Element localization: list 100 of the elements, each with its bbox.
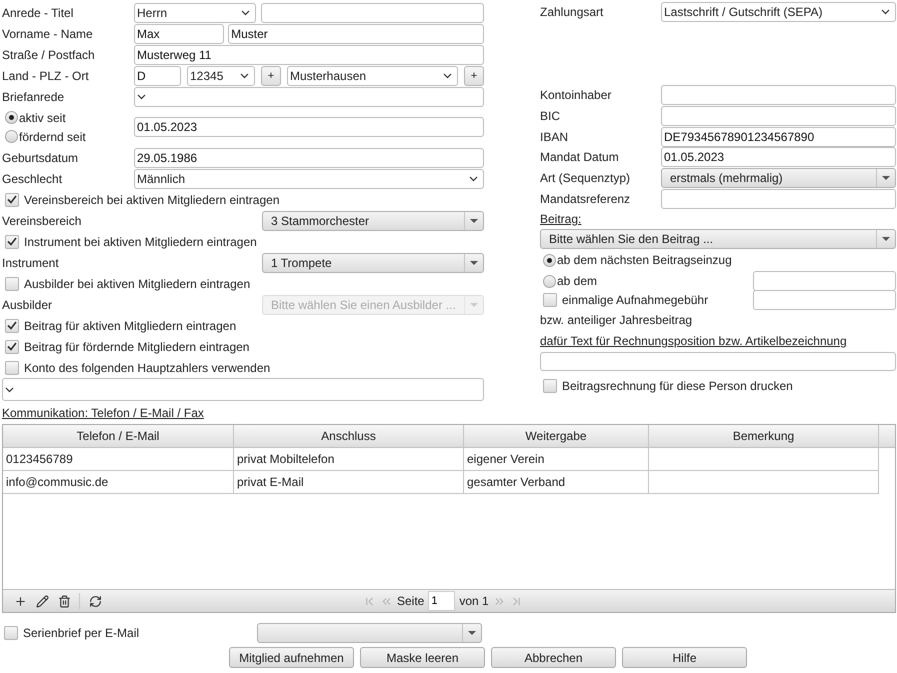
checkbox-label: Beitrag für aktiven Mitgliedern eintragen [24, 318, 236, 332]
gender-select[interactable]: Männlich [134, 168, 484, 188]
section-heading: Kommunikation: Telefon / E-Mail / Fax [2, 406, 204, 420]
dropdown-arrow-icon [882, 236, 890, 241]
chevron-down-icon [5, 386, 14, 392]
column-header[interactable]: Anschluss [234, 425, 464, 447]
add-button[interactable]: + [464, 66, 484, 86]
chevron-down-icon [469, 176, 478, 182]
payment-method-select[interactable]: Lastschrift / Gutschrift (SEPA) [661, 2, 896, 22]
radio-button[interactable] [543, 254, 556, 267]
column-header[interactable]: Weitergabe [464, 425, 649, 447]
radio-button[interactable] [5, 111, 18, 124]
checkbox[interactable] [5, 318, 19, 332]
checkbox-label: Vereinsbereich bei aktiven Mitgliedern eintragen [24, 192, 280, 206]
column-header[interactable]: Telefon / E-Mail [3, 425, 234, 447]
input-field[interactable] [661, 106, 896, 126]
input-field[interactable] [661, 85, 896, 106]
table-cell: eigener Verein [464, 448, 649, 471]
field-label: Kontoinhaber [540, 88, 612, 102]
input-field[interactable]: DE79345678901234567890 [661, 126, 896, 147]
input-field[interactable] [753, 271, 896, 292]
radio-label: ab dem nächsten Beitragseinzug [557, 253, 732, 268]
dropdown-arrow-icon [470, 218, 478, 222]
checkbox-label: Instrument bei aktiven Mitgliedern eintragen [24, 234, 257, 248]
dropdown-arrow-icon [882, 176, 890, 180]
field-label: Anrede - Titel [2, 6, 74, 20]
input-field[interactable]: 01.05.2023 [134, 117, 484, 137]
chevron-down-icon [240, 72, 249, 78]
field-label: Zahlungsart [540, 5, 604, 20]
input-field[interactable]: Musterweg 11 [134, 44, 484, 64]
input-field[interactable]: Max [134, 24, 224, 44]
checkbox[interactable] [543, 379, 557, 394]
section-heading: Beitrag: [540, 212, 582, 226]
dropdown-select[interactable] [257, 623, 482, 643]
add-icon[interactable] [14, 594, 26, 608]
field-label: Art (Sequenztyp) [540, 170, 632, 185]
field-label: Instrument [2, 256, 60, 270]
field-label: Land - PLZ - Ort [2, 68, 90, 82]
radio-button[interactable] [543, 274, 556, 288]
field-label: Mandat Datum [540, 150, 620, 164]
main-payer-select[interactable] [2, 378, 484, 401]
field-label: Ausbilder [2, 298, 54, 312]
field-label: Briefanrede [2, 90, 66, 104]
chevron-down-icon [137, 94, 146, 100]
dropdown-arrow-icon [470, 260, 478, 264]
field-label: Vereinsbereich [2, 214, 82, 228]
action-button[interactable]: Abbrechen [491, 647, 616, 668]
checkbox-label: Konto des folgenden Hauptzahlers verwenden [24, 360, 270, 374]
input-field[interactable] [661, 188, 896, 209]
input-field[interactable]: D [134, 66, 181, 86]
checkbox-label: Ausbilder bei aktiven Mitgliedern eintragen [24, 276, 250, 290]
checkbox-label: Beitragsrechnung für diese Person drucken [562, 379, 793, 394]
dropdown-select[interactable]: 1 Trompete [262, 252, 484, 272]
radio-label: fördernd seit [19, 130, 86, 144]
checkbox-label: Beitrag für fördernde Mitgliedern eintragen [24, 340, 250, 354]
input-field[interactable]: 01.05.2023 [661, 147, 896, 168]
checkbox[interactable] [5, 192, 19, 206]
chevron-down-icon [881, 9, 890, 16]
pencil-icon[interactable] [36, 594, 48, 608]
checkbox[interactable] [4, 626, 18, 640]
field-label: IBAN [540, 130, 570, 144]
radio-label: ab dem [557, 274, 598, 288]
page-label: Seite [397, 594, 424, 608]
action-button[interactable]: Maske leeren [360, 647, 485, 668]
fee-select[interactable]: Bitte wählen Sie den Beitrag ... [540, 228, 896, 249]
checkbox[interactable] [5, 234, 19, 248]
trash-icon[interactable] [58, 594, 70, 608]
add-button[interactable]: + [261, 66, 281, 86]
field-label: bzw. anteiliger Jahresbeitrag [540, 313, 694, 328]
column-header[interactable]: Bemerkung [649, 425, 879, 447]
checkbox[interactable] [5, 360, 19, 374]
page-field[interactable]: 1 [428, 591, 456, 611]
refresh-icon[interactable] [88, 594, 102, 608]
checkbox-label: einmalige Aufnahmegebühr [562, 293, 708, 308]
input-field[interactable] [753, 290, 896, 310]
checkbox[interactable] [543, 293, 557, 308]
field-label: BIC [540, 108, 562, 123]
field-label: Geburtsdatum [2, 150, 80, 164]
action-button[interactable]: Mitglied aufnehmen [229, 647, 354, 668]
salutation-select[interactable]: Herrn [134, 2, 256, 22]
title-field[interactable] [261, 2, 484, 22]
checkbox[interactable] [5, 340, 19, 354]
sequence-type-select[interactable]: erstmals (mehrmalig) [661, 168, 896, 188]
input-field[interactable]: Muster [228, 24, 484, 44]
table-cell: privat Mobiltelefon [234, 448, 464, 471]
section-heading: dafür Text für Rechnungsposition bzw. Artikelbezeichnung [540, 334, 848, 348]
letter-salutation-select[interactable] [134, 86, 484, 106]
field-label: Vorname - Name [2, 26, 94, 40]
table-cell: info@commusic.de [3, 471, 234, 494]
dropdown-arrow-icon [470, 302, 478, 306]
table-cell: gesamter Verband [464, 471, 649, 494]
action-button[interactable]: Hilfe [622, 647, 747, 668]
dropdown-select[interactable]: 3 Stammorchester [262, 210, 484, 230]
radio-label: aktiv seit [19, 110, 66, 124]
postcode-select[interactable]: 12345 [187, 66, 255, 86]
input-field[interactable]: 29.05.1986 [134, 148, 484, 168]
table-cell: 0123456789 [3, 448, 234, 471]
city-select[interactable]: Musterhausen [287, 66, 458, 86]
invoice-text-field[interactable] [540, 352, 896, 372]
radio-button[interactable] [5, 130, 18, 143]
